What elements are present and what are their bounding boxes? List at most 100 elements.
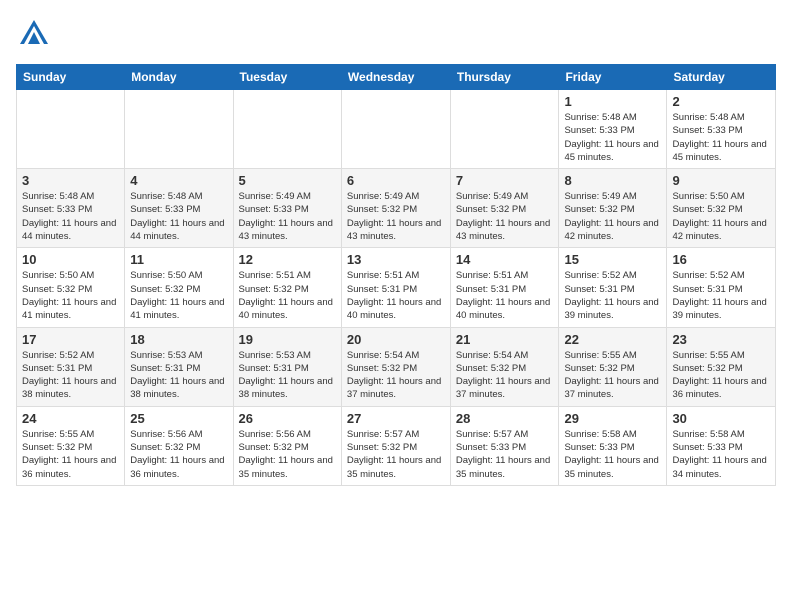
day-info: Sunrise: 5:56 AM Sunset: 5:32 PM Dayligh… (239, 428, 336, 481)
day-info: Sunrise: 5:51 AM Sunset: 5:31 PM Dayligh… (456, 269, 554, 322)
day-number: 26 (239, 411, 336, 426)
day-info: Sunrise: 5:53 AM Sunset: 5:31 PM Dayligh… (130, 349, 227, 402)
day-cell: 7 Sunrise: 5:49 AM Sunset: 5:32 PM Daylig… (450, 169, 559, 248)
day-cell: 27 Sunrise: 5:57 AM Sunset: 5:32 PM Dayli… (341, 406, 450, 485)
day-number: 10 (22, 252, 119, 267)
day-cell: 6 Sunrise: 5:49 AM Sunset: 5:32 PM Daylig… (341, 169, 450, 248)
calendar-table: SundayMondayTuesdayWednesdayThursdayFrid… (16, 64, 776, 486)
weekday-header-monday: Monday (125, 65, 233, 90)
day-info: Sunrise: 5:57 AM Sunset: 5:33 PM Dayligh… (456, 428, 554, 481)
day-number: 9 (672, 173, 770, 188)
day-cell (125, 90, 233, 169)
day-number: 2 (672, 94, 770, 109)
day-number: 11 (130, 252, 227, 267)
day-cell: 11Sunrise: 5:50 AM Sunset: 5:32 PM Dayli… (125, 248, 233, 327)
day-info: Sunrise: 5:58 AM Sunset: 5:33 PM Dayligh… (672, 428, 770, 481)
day-info: Sunrise: 5:52 AM Sunset: 5:31 PM Dayligh… (672, 269, 770, 322)
day-number: 3 (22, 173, 119, 188)
weekday-row: SundayMondayTuesdayWednesdayThursdayFrid… (17, 65, 776, 90)
day-cell: 29 Sunrise: 5:58 AM Sunset: 5:33 PM Dayli… (559, 406, 667, 485)
day-cell: 1Sunrise: 5:48 AM Sunset: 5:33 PM Daylig… (559, 90, 667, 169)
day-number: 21 (456, 332, 554, 347)
day-cell: 2 Sunrise: 5:48 AM Sunset: 5:33 PM Daylig… (667, 90, 776, 169)
day-cell: 13 Sunrise: 5:51 AM Sunset: 5:31 PM Dayli… (341, 248, 450, 327)
day-info: Sunrise: 5:56 AM Sunset: 5:32 PM Dayligh… (130, 428, 227, 481)
week-row-3: 10 Sunrise: 5:50 AM Sunset: 5:32 PM Dayli… (17, 248, 776, 327)
weekday-header-thursday: Thursday (450, 65, 559, 90)
day-info: Sunrise: 5:57 AM Sunset: 5:32 PM Dayligh… (347, 428, 445, 481)
day-info: Sunrise: 5:50 AM Sunset: 5:32 PM Dayligh… (22, 269, 119, 322)
day-info: Sunrise: 5:52 AM Sunset: 5:31 PM Dayligh… (22, 349, 119, 402)
day-cell: 4Sunrise: 5:48 AM Sunset: 5:33 PM Daylig… (125, 169, 233, 248)
day-number: 16 (672, 252, 770, 267)
week-row-1: 1Sunrise: 5:48 AM Sunset: 5:33 PM Daylig… (17, 90, 776, 169)
weekday-header-tuesday: Tuesday (233, 65, 341, 90)
day-cell: 8 Sunrise: 5:49 AM Sunset: 5:32 PM Daylig… (559, 169, 667, 248)
day-cell: 18Sunrise: 5:53 AM Sunset: 5:31 PM Dayli… (125, 327, 233, 406)
day-number: 29 (564, 411, 661, 426)
day-info: Sunrise: 5:55 AM Sunset: 5:32 PM Dayligh… (564, 349, 661, 402)
day-info: Sunrise: 5:49 AM Sunset: 5:33 PM Dayligh… (239, 190, 336, 243)
day-info: Sunrise: 5:55 AM Sunset: 5:32 PM Dayligh… (22, 428, 119, 481)
day-info: Sunrise: 5:58 AM Sunset: 5:33 PM Dayligh… (564, 428, 661, 481)
day-info: Sunrise: 5:48 AM Sunset: 5:33 PM Dayligh… (564, 111, 661, 164)
day-info: Sunrise: 5:51 AM Sunset: 5:31 PM Dayligh… (347, 269, 445, 322)
weekday-header-sunday: Sunday (17, 65, 125, 90)
calendar-body: 1Sunrise: 5:48 AM Sunset: 5:33 PM Daylig… (17, 90, 776, 486)
day-number: 25 (130, 411, 227, 426)
day-cell (450, 90, 559, 169)
day-info: Sunrise: 5:49 AM Sunset: 5:32 PM Dayligh… (564, 190, 661, 243)
day-cell: 24 Sunrise: 5:55 AM Sunset: 5:32 PM Dayli… (17, 406, 125, 485)
day-cell: 10 Sunrise: 5:50 AM Sunset: 5:32 PM Dayli… (17, 248, 125, 327)
day-info: Sunrise: 5:49 AM Sunset: 5:32 PM Dayligh… (347, 190, 445, 243)
day-cell: 12 Sunrise: 5:51 AM Sunset: 5:32 PM Dayli… (233, 248, 341, 327)
day-info: Sunrise: 5:55 AM Sunset: 5:32 PM Dayligh… (672, 349, 770, 402)
day-number: 24 (22, 411, 119, 426)
day-cell: 16 Sunrise: 5:52 AM Sunset: 5:31 PM Dayli… (667, 248, 776, 327)
week-row-2: 3Sunrise: 5:48 AM Sunset: 5:33 PM Daylig… (17, 169, 776, 248)
calendar-header: SundayMondayTuesdayWednesdayThursdayFrid… (17, 65, 776, 90)
day-cell: 30 Sunrise: 5:58 AM Sunset: 5:33 PM Dayli… (667, 406, 776, 485)
day-info: Sunrise: 5:52 AM Sunset: 5:31 PM Dayligh… (564, 269, 661, 322)
day-number: 30 (672, 411, 770, 426)
day-number: 6 (347, 173, 445, 188)
day-cell: 14 Sunrise: 5:51 AM Sunset: 5:31 PM Dayli… (450, 248, 559, 327)
day-number: 13 (347, 252, 445, 267)
day-cell: 9 Sunrise: 5:50 AM Sunset: 5:32 PM Daylig… (667, 169, 776, 248)
day-number: 28 (456, 411, 554, 426)
day-number: 8 (564, 173, 661, 188)
day-cell (17, 90, 125, 169)
day-number: 15 (564, 252, 661, 267)
logo (16, 16, 56, 52)
weekday-header-wednesday: Wednesday (341, 65, 450, 90)
day-cell: 3Sunrise: 5:48 AM Sunset: 5:33 PM Daylig… (17, 169, 125, 248)
day-cell (233, 90, 341, 169)
day-cell: 23 Sunrise: 5:55 AM Sunset: 5:32 PM Dayli… (667, 327, 776, 406)
day-info: Sunrise: 5:48 AM Sunset: 5:33 PM Dayligh… (672, 111, 770, 164)
day-cell (341, 90, 450, 169)
day-number: 20 (347, 332, 445, 347)
day-number: 22 (564, 332, 661, 347)
day-info: Sunrise: 5:53 AM Sunset: 5:31 PM Dayligh… (239, 349, 336, 402)
day-number: 12 (239, 252, 336, 267)
day-cell: 25 Sunrise: 5:56 AM Sunset: 5:32 PM Dayli… (125, 406, 233, 485)
day-number: 5 (239, 173, 336, 188)
day-cell: 26 Sunrise: 5:56 AM Sunset: 5:32 PM Dayli… (233, 406, 341, 485)
day-cell: 21Sunrise: 5:54 AM Sunset: 5:32 PM Dayli… (450, 327, 559, 406)
day-number: 17 (22, 332, 119, 347)
day-number: 27 (347, 411, 445, 426)
day-cell: 20 Sunrise: 5:54 AM Sunset: 5:32 PM Dayli… (341, 327, 450, 406)
page-header (16, 16, 776, 52)
day-info: Sunrise: 5:50 AM Sunset: 5:32 PM Dayligh… (672, 190, 770, 243)
day-number: 23 (672, 332, 770, 347)
day-info: Sunrise: 5:51 AM Sunset: 5:32 PM Dayligh… (239, 269, 336, 322)
day-number: 7 (456, 173, 554, 188)
day-cell: 15 Sunrise: 5:52 AM Sunset: 5:31 PM Dayli… (559, 248, 667, 327)
day-number: 14 (456, 252, 554, 267)
day-info: Sunrise: 5:54 AM Sunset: 5:32 PM Dayligh… (347, 349, 445, 402)
day-cell: 28 Sunrise: 5:57 AM Sunset: 5:33 PM Dayli… (450, 406, 559, 485)
logo-icon (16, 16, 52, 52)
day-number: 4 (130, 173, 227, 188)
day-info: Sunrise: 5:49 AM Sunset: 5:32 PM Dayligh… (456, 190, 554, 243)
day-cell: 19Sunrise: 5:53 AM Sunset: 5:31 PM Dayli… (233, 327, 341, 406)
